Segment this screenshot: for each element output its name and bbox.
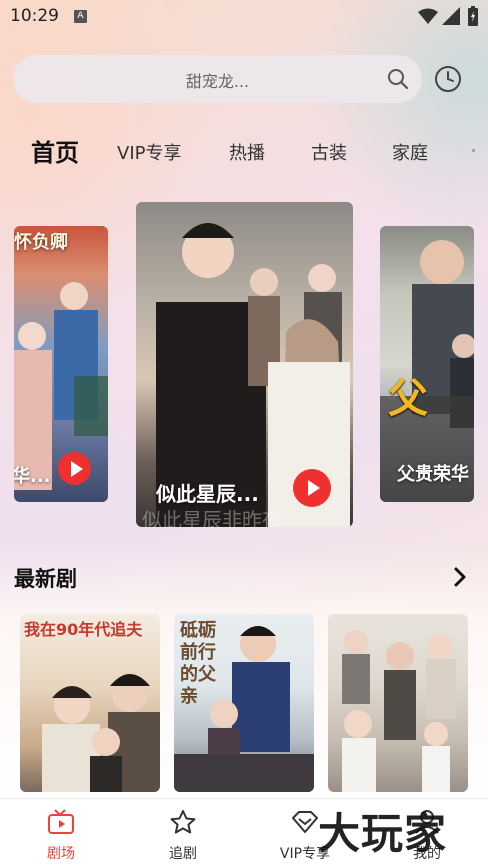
nav-label: 剧场: [47, 846, 75, 862]
poster-text: 我在90年代追夫: [24, 620, 143, 639]
drama-poster-card[interactable]: 我在90年代追夫: [20, 614, 160, 792]
drama-poster: 父 父贵荣华: [380, 226, 474, 502]
tab-vip[interactable]: VIP专享: [117, 139, 181, 165]
star-icon: [170, 810, 196, 834]
carousel-title: 似此星辰...: [156, 482, 259, 506]
battery-icon: [468, 6, 478, 26]
search-placeholder: 甜宠龙...: [185, 72, 250, 91]
carousel-card[interactable]: 怀负卿 华...: [14, 226, 108, 502]
nav-label: 追剧: [169, 846, 197, 862]
poster-logo: 父: [388, 376, 428, 422]
chevron-right-icon[interactable]: [452, 567, 468, 587]
carousel-title: 父贵荣华: [397, 464, 469, 485]
poster-text: 砥砺前行的父亲: [180, 620, 216, 707]
history-clock-icon[interactable]: [434, 65, 462, 93]
drama-poster-card[interactable]: 砥砺前行的父亲: [174, 614, 314, 792]
diamond-icon: [292, 811, 318, 833]
signal-icon: [442, 7, 460, 25]
tab-costume[interactable]: 古装: [311, 139, 347, 165]
poster-text: 怀负卿: [14, 232, 68, 253]
carousel-title: 华...: [14, 466, 51, 487]
drama-poster: 似此星辰... 似此星辰非昨夜: [136, 202, 353, 527]
wifi-icon: [418, 8, 438, 24]
watermark: 大玩家: [318, 809, 448, 858]
category-tabs: 首页 VIP专享 热播 古装 家庭: [0, 133, 488, 167]
tab-family[interactable]: 家庭: [392, 139, 428, 165]
carousel-card[interactable]: 父 父贵荣华: [380, 226, 474, 502]
drama-poster-card[interactable]: [328, 614, 468, 792]
drama-poster: [328, 614, 468, 792]
search-bar[interactable]: 甜宠龙...: [13, 55, 422, 103]
tab-hot[interactable]: 热播: [229, 139, 265, 165]
status-time: 10:29: [10, 6, 59, 26]
theater-icon: [48, 809, 74, 834]
section-title: 最新剧: [14, 567, 77, 591]
search-icon[interactable]: [387, 68, 409, 90]
drama-poster: 砥砺前行的父亲: [174, 614, 314, 792]
play-button[interactable]: [293, 469, 331, 507]
carousel-card-featured[interactable]: 似此星辰... 似此星辰非昨夜: [136, 202, 353, 527]
status-bar: 10:29 A: [0, 0, 488, 32]
more-tabs-dot: [472, 149, 475, 152]
drama-poster: 我在90年代追夫: [20, 614, 160, 792]
notification-icon: A: [74, 10, 87, 23]
play-button[interactable]: [58, 452, 91, 485]
poster-text: 似此星辰非昨夜: [142, 508, 282, 527]
tab-home[interactable]: 首页: [31, 133, 79, 168]
nav-follow[interactable]: 追剧: [122, 799, 244, 866]
nav-theater[interactable]: 剧场: [0, 799, 122, 866]
drama-poster: 怀负卿 华...: [14, 226, 108, 502]
